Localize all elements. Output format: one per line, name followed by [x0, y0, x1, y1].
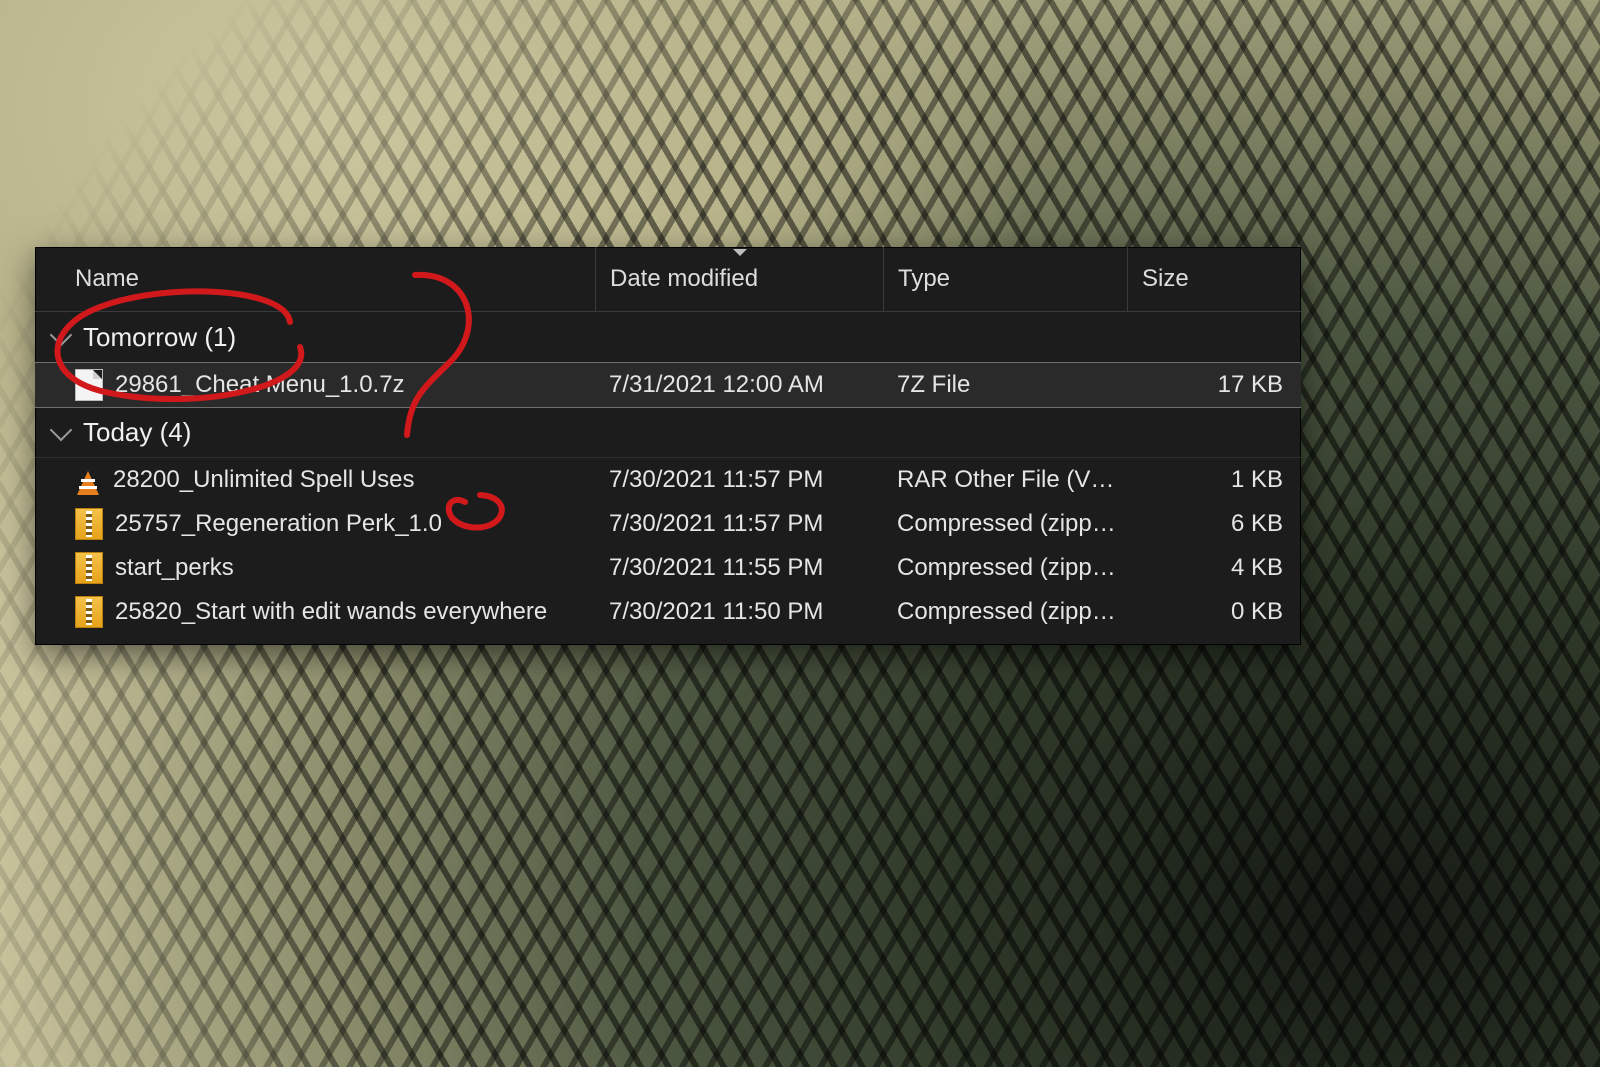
file-size: 6 KB: [1127, 510, 1301, 538]
sort-descending-icon: [733, 249, 747, 256]
column-header-type[interactable]: Type: [883, 247, 1127, 311]
file-date: 7/30/2021 11:55 PM: [595, 554, 883, 582]
file-name-cell: 28200_Unlimited Spell Uses: [35, 465, 595, 495]
file-name: start_perks: [115, 554, 234, 582]
file-row[interactable]: start_perks 7/30/2021 11:55 PMCompressed …: [35, 546, 1301, 590]
file-list: Tomorrow (1) 29861_Cheat Menu_1.0.7z 7/31/…: [35, 312, 1301, 634]
file-size: 0 KB: [1127, 598, 1301, 626]
file-date: 7/30/2021 11:57 PM: [595, 510, 883, 538]
column-header-date[interactable]: Date modified: [595, 247, 883, 311]
file-type: Compressed (zipp…: [883, 554, 1127, 582]
vlc-icon: [75, 465, 101, 495]
file-type: 7Z File: [883, 371, 1127, 399]
column-header-date-label: Date modified: [610, 265, 758, 293]
file-type: Compressed (zipp…: [883, 510, 1127, 538]
file-date: 7/30/2021 11:57 PM: [595, 466, 883, 494]
file-name: 28200_Unlimited Spell Uses: [113, 466, 415, 494]
file-name: 25757_Regeneration Perk_1.0: [115, 510, 442, 538]
file-name-cell: 25757_Regeneration Perk_1.0: [35, 508, 595, 540]
group-header[interactable]: Today (4): [35, 407, 1301, 458]
file-name: 29861_Cheat Menu_1.0.7z: [115, 371, 405, 399]
file-name-cell: start_perks: [35, 552, 595, 584]
file-name-cell: 25820_Start with edit wands everywhere: [35, 596, 595, 628]
group-header[interactable]: Tomorrow (1): [35, 312, 1301, 363]
file-size: 4 KB: [1127, 554, 1301, 582]
file-date: 7/30/2021 11:50 PM: [595, 598, 883, 626]
chevron-down-icon: [50, 324, 73, 347]
file-row[interactable]: 25757_Regeneration Perk_1.0 7/30/2021 11:…: [35, 502, 1301, 546]
file-name-cell: 29861_Cheat Menu_1.0.7z: [35, 369, 595, 401]
group-label: Today (4): [83, 417, 191, 448]
file-row[interactable]: 28200_Unlimited Spell Uses 7/30/2021 11:5…: [35, 458, 1301, 502]
file-size: 1 KB: [1127, 466, 1301, 494]
file-type: RAR Other File (VL…: [883, 466, 1127, 494]
column-header-row: Name Date modified Type Size: [35, 247, 1301, 312]
file-row[interactable]: 25820_Start with edit wands everywhere 7/…: [35, 590, 1301, 634]
zip-icon: [75, 596, 103, 628]
zip-icon: [75, 508, 103, 540]
file-size: 17 KB: [1127, 371, 1301, 399]
chevron-down-icon: [50, 419, 73, 442]
file-icon: [75, 369, 103, 401]
group-label: Tomorrow (1): [83, 322, 236, 353]
file-name: 25820_Start with edit wands everywhere: [115, 598, 547, 626]
file-row[interactable]: 29861_Cheat Menu_1.0.7z 7/31/2021 12:00 A…: [35, 363, 1301, 407]
column-header-name[interactable]: Name: [35, 247, 595, 311]
column-header-size[interactable]: Size: [1127, 247, 1301, 311]
file-type: Compressed (zipp…: [883, 598, 1127, 626]
file-explorer-window: Name Date modified Type Size Tomorrow (1…: [35, 247, 1301, 645]
file-date: 7/31/2021 12:00 AM: [595, 371, 883, 399]
zip-icon: [75, 552, 103, 584]
